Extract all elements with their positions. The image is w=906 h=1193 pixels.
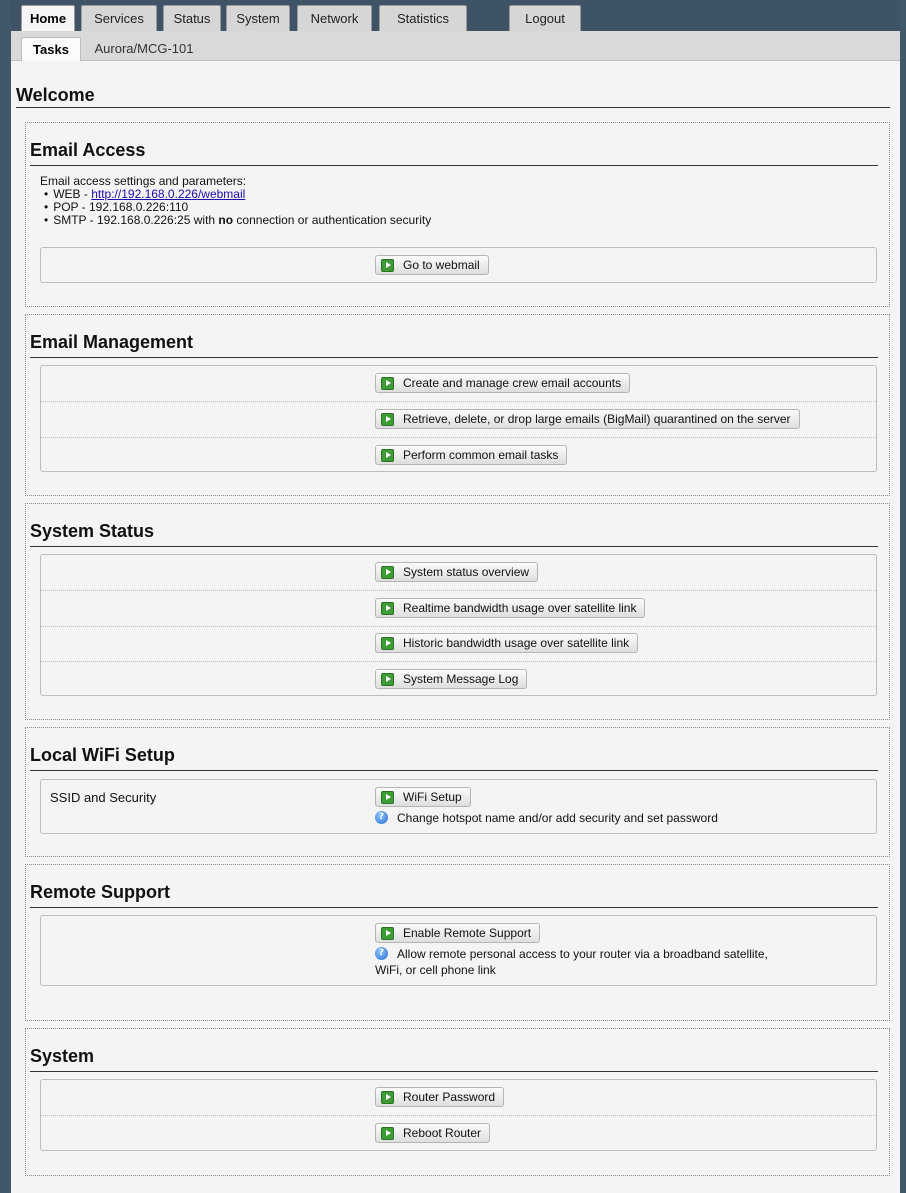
go-arrow-icon [381,566,394,579]
panel-row: Perform common email tasks [41,438,876,472]
webmail-link[interactable]: http://192.168.0.226/webmail [91,187,245,201]
email-management-panel: Create and manage crew email accounts Re… [40,365,877,472]
go-arrow-icon [381,377,394,390]
realtime-bandwidth-label: Realtime bandwidth usage over satellite … [403,601,637,615]
panel-row: System status overview [41,555,876,591]
email-smtp-suffix: connection or authentication security [233,213,432,227]
section-remote-support: Remote Support Enable Remote Support ? A… [25,864,890,1021]
panel-row: Historic bandwidth usage over satellite … [41,626,876,662]
go-arrow-icon [381,413,394,426]
go-arrow-icon [381,1127,394,1140]
section-title-local-wifi: Local WiFi Setup [30,745,878,771]
panel-row: Router Password [41,1080,876,1116]
reboot-router-label: Reboot Router [403,1126,482,1140]
remote-support-help-line2: WiFi, or cell phone link [375,963,496,977]
system-status-overview-label: System status overview [403,565,530,579]
reboot-router-button[interactable]: Reboot Router [375,1123,491,1143]
tab-logout[interactable]: Logout [509,5,581,31]
router-admin-window: Home Services Status System Network Stat… [11,0,900,1193]
router-password-label: Router Password [403,1090,496,1104]
tab-status[interactable]: Status [163,5,221,31]
email-access-info: Email access settings and parameters: WE… [40,175,431,227]
section-email-management: Email Management Create and manage crew … [25,314,890,496]
common-email-tasks-button[interactable]: Perform common email tasks [375,445,568,465]
manage-crew-accounts-button[interactable]: Create and manage crew email accounts [375,373,631,393]
section-email-access: Email Access Email access settings and p… [25,122,890,307]
email-smtp-bold: no [218,213,234,227]
go-to-webmail-label: Go to webmail [403,258,480,272]
subtab-tasks[interactable]: Tasks [21,37,81,61]
ssid-security-label: SSID and Security [50,790,157,805]
historic-bandwidth-label: Historic bandwidth usage over satellite … [403,636,630,650]
panel-row: Go to webmail [41,248,876,282]
go-arrow-icon [381,602,394,615]
page-title: Welcome [16,85,890,108]
main-content: Welcome Email Access Email access settin… [11,61,900,1193]
tab-network[interactable]: Network [297,5,372,31]
section-title-email-management: Email Management [30,332,878,358]
section-system-status: System Status System status overview Rea… [25,503,890,720]
remote-support-help-line1: Allow remote personal access to your rou… [397,947,768,961]
system-message-log-label: System Message Log [403,672,519,686]
go-arrow-icon [381,927,394,940]
wifi-help-text: Change hotspot name and/or add security … [397,811,718,825]
system-status-overview-button[interactable]: System status overview [375,562,539,582]
go-arrow-icon [381,449,394,462]
tab-home[interactable]: Home [21,5,75,33]
panel-row: SSID and Security WiFi Setup ? Change ho… [41,780,876,833]
subtab-device[interactable]: Aurora/MCG-101 [89,37,199,61]
help-icon[interactable]: ? [375,811,388,824]
email-smtp-item: SMTP - 192.168.0.226:25 with no connecti… [44,214,431,227]
bigmail-quarantine-label: Retrieve, delete, or drop large emails (… [403,412,791,426]
section-title-remote-support: Remote Support [30,882,878,908]
manage-crew-accounts-label: Create and manage crew email accounts [403,376,622,390]
section-title-system: System [30,1046,878,1072]
wifi-setup-label: WiFi Setup [403,790,462,804]
go-arrow-icon [381,637,394,650]
tab-system[interactable]: System [226,5,290,31]
email-smtp-prefix: SMTP - 192.168.0.226:25 with [53,213,219,227]
historic-bandwidth-button[interactable]: Historic bandwidth usage over satellite … [375,633,639,653]
common-email-tasks-label: Perform common email tasks [403,448,559,462]
section-title-system-status: System Status [30,521,878,547]
bigmail-quarantine-button[interactable]: Retrieve, delete, or drop large emails (… [375,409,800,429]
go-arrow-icon [381,673,394,686]
panel-row: Enable Remote Support ? Allow remote per… [41,916,876,985]
email-web-prefix: WEB - [53,187,92,201]
system-status-panel: System status overview Realtime bandwidt… [40,554,877,696]
panel-row: Retrieve, delete, or drop large emails (… [41,402,876,438]
section-system: System Router Password Reboot Router [25,1028,890,1176]
email-access-panel: Go to webmail [40,247,877,283]
go-to-webmail-button[interactable]: Go to webmail [375,255,489,275]
system-message-log-button[interactable]: System Message Log [375,669,528,689]
go-arrow-icon [381,259,394,272]
remote-support-panel: Enable Remote Support ? Allow remote per… [40,915,877,986]
wifi-panel: SSID and Security WiFi Setup ? Change ho… [40,779,877,834]
main-tab-bar: Home Services Status System Network Stat… [11,5,900,33]
router-password-button[interactable]: Router Password [375,1087,505,1107]
realtime-bandwidth-button[interactable]: Realtime bandwidth usage over satellite … [375,598,646,618]
tab-statistics[interactable]: Statistics [379,5,467,31]
email-access-list: WEB - http://192.168.0.226/webmail POP -… [40,188,431,227]
go-arrow-icon [381,791,394,804]
sub-tab-bar: Tasks Aurora/MCG-101 [11,31,900,61]
section-title-email-access: Email Access [30,140,878,166]
go-arrow-icon [381,1091,394,1104]
enable-remote-support-button[interactable]: Enable Remote Support [375,923,541,943]
help-icon[interactable]: ? [375,947,388,960]
enable-remote-support-label: Enable Remote Support [403,926,532,940]
panel-row: Create and manage crew email accounts [41,366,876,402]
section-local-wifi: Local WiFi Setup SSID and Security WiFi … [25,727,890,857]
wifi-setup-button[interactable]: WiFi Setup [375,787,471,807]
panel-row: System Message Log [41,662,876,696]
tab-services[interactable]: Services [81,5,157,31]
system-panel: Router Password Reboot Router [40,1079,877,1151]
panel-row: Reboot Router [41,1116,876,1150]
panel-row: Realtime bandwidth usage over satellite … [41,591,876,627]
